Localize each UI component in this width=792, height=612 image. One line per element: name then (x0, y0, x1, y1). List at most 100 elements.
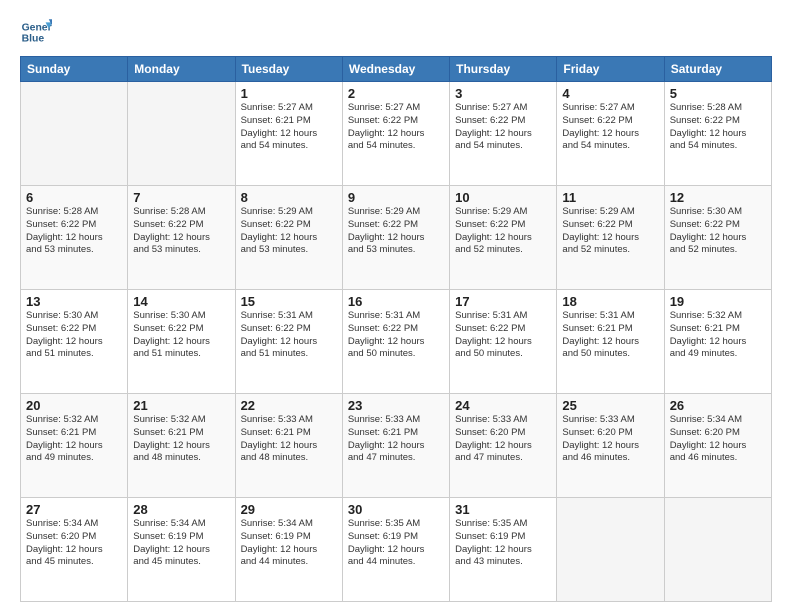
calendar-cell: 25Sunrise: 5:33 AM Sunset: 6:20 PM Dayli… (557, 394, 664, 498)
day-number: 18 (562, 294, 658, 309)
day-info: Sunrise: 5:29 AM Sunset: 6:22 PM Dayligh… (348, 206, 444, 257)
day-info: Sunrise: 5:28 AM Sunset: 6:22 PM Dayligh… (133, 206, 229, 257)
calendar-cell: 9Sunrise: 5:29 AM Sunset: 6:22 PM Daylig… (342, 186, 449, 290)
calendar-cell: 12Sunrise: 5:30 AM Sunset: 6:22 PM Dayli… (664, 186, 771, 290)
day-info: Sunrise: 5:29 AM Sunset: 6:22 PM Dayligh… (562, 206, 658, 257)
calendar-cell: 24Sunrise: 5:33 AM Sunset: 6:20 PM Dayli… (450, 394, 557, 498)
calendar-cell: 29Sunrise: 5:34 AM Sunset: 6:19 PM Dayli… (235, 498, 342, 602)
svg-text:Blue: Blue (22, 34, 45, 45)
calendar-week-row-4: 20Sunrise: 5:32 AM Sunset: 6:21 PM Dayli… (21, 394, 772, 498)
day-info: Sunrise: 5:30 AM Sunset: 6:22 PM Dayligh… (670, 206, 766, 257)
day-number: 12 (670, 190, 766, 205)
day-info: Sunrise: 5:32 AM Sunset: 6:21 PM Dayligh… (26, 414, 122, 465)
calendar-cell (128, 82, 235, 186)
day-info: Sunrise: 5:35 AM Sunset: 6:19 PM Dayligh… (348, 518, 444, 569)
calendar-cell: 13Sunrise: 5:30 AM Sunset: 6:22 PM Dayli… (21, 290, 128, 394)
day-number: 16 (348, 294, 444, 309)
calendar-week-row-2: 6Sunrise: 5:28 AM Sunset: 6:22 PM Daylig… (21, 186, 772, 290)
day-number: 10 (455, 190, 551, 205)
day-number: 15 (241, 294, 337, 309)
calendar-cell: 20Sunrise: 5:32 AM Sunset: 6:21 PM Dayli… (21, 394, 128, 498)
calendar-cell: 8Sunrise: 5:29 AM Sunset: 6:22 PM Daylig… (235, 186, 342, 290)
calendar-cell: 26Sunrise: 5:34 AM Sunset: 6:20 PM Dayli… (664, 394, 771, 498)
calendar-cell: 6Sunrise: 5:28 AM Sunset: 6:22 PM Daylig… (21, 186, 128, 290)
day-number: 30 (348, 502, 444, 517)
calendar-cell (21, 82, 128, 186)
weekday-header-saturday: Saturday (664, 57, 771, 82)
calendar-cell: 16Sunrise: 5:31 AM Sunset: 6:22 PM Dayli… (342, 290, 449, 394)
weekday-header-sunday: Sunday (21, 57, 128, 82)
day-number: 24 (455, 398, 551, 413)
weekday-header-tuesday: Tuesday (235, 57, 342, 82)
day-info: Sunrise: 5:28 AM Sunset: 6:22 PM Dayligh… (670, 102, 766, 153)
day-info: Sunrise: 5:30 AM Sunset: 6:22 PM Dayligh… (133, 310, 229, 361)
day-info: Sunrise: 5:33 AM Sunset: 6:21 PM Dayligh… (348, 414, 444, 465)
day-number: 11 (562, 190, 658, 205)
calendar-cell: 11Sunrise: 5:29 AM Sunset: 6:22 PM Dayli… (557, 186, 664, 290)
day-number: 20 (26, 398, 122, 413)
day-number: 7 (133, 190, 229, 205)
day-info: Sunrise: 5:35 AM Sunset: 6:19 PM Dayligh… (455, 518, 551, 569)
day-number: 28 (133, 502, 229, 517)
calendar-cell (557, 498, 664, 602)
day-number: 21 (133, 398, 229, 413)
day-info: Sunrise: 5:34 AM Sunset: 6:20 PM Dayligh… (26, 518, 122, 569)
day-info: Sunrise: 5:31 AM Sunset: 6:22 PM Dayligh… (241, 310, 337, 361)
day-info: Sunrise: 5:34 AM Sunset: 6:20 PM Dayligh… (670, 414, 766, 465)
day-info: Sunrise: 5:29 AM Sunset: 6:22 PM Dayligh… (455, 206, 551, 257)
calendar-cell: 18Sunrise: 5:31 AM Sunset: 6:21 PM Dayli… (557, 290, 664, 394)
calendar-week-row-5: 27Sunrise: 5:34 AM Sunset: 6:20 PM Dayli… (21, 498, 772, 602)
day-info: Sunrise: 5:27 AM Sunset: 6:22 PM Dayligh… (455, 102, 551, 153)
day-info: Sunrise: 5:33 AM Sunset: 6:20 PM Dayligh… (455, 414, 551, 465)
day-number: 8 (241, 190, 337, 205)
calendar-cell: 23Sunrise: 5:33 AM Sunset: 6:21 PM Dayli… (342, 394, 449, 498)
calendar-cell: 10Sunrise: 5:29 AM Sunset: 6:22 PM Dayli… (450, 186, 557, 290)
day-number: 5 (670, 86, 766, 101)
weekday-header-wednesday: Wednesday (342, 57, 449, 82)
calendar-cell: 31Sunrise: 5:35 AM Sunset: 6:19 PM Dayli… (450, 498, 557, 602)
calendar-cell: 28Sunrise: 5:34 AM Sunset: 6:19 PM Dayli… (128, 498, 235, 602)
day-info: Sunrise: 5:34 AM Sunset: 6:19 PM Dayligh… (241, 518, 337, 569)
weekday-header-friday: Friday (557, 57, 664, 82)
day-number: 13 (26, 294, 122, 309)
day-number: 14 (133, 294, 229, 309)
day-number: 27 (26, 502, 122, 517)
day-number: 25 (562, 398, 658, 413)
day-number: 3 (455, 86, 551, 101)
calendar-cell: 17Sunrise: 5:31 AM Sunset: 6:22 PM Dayli… (450, 290, 557, 394)
day-info: Sunrise: 5:31 AM Sunset: 6:22 PM Dayligh… (348, 310, 444, 361)
day-number: 4 (562, 86, 658, 101)
day-number: 26 (670, 398, 766, 413)
calendar-cell: 15Sunrise: 5:31 AM Sunset: 6:22 PM Dayli… (235, 290, 342, 394)
logo: General Blue (20, 16, 56, 48)
day-number: 22 (241, 398, 337, 413)
day-info: Sunrise: 5:27 AM Sunset: 6:22 PM Dayligh… (348, 102, 444, 153)
calendar-cell: 5Sunrise: 5:28 AM Sunset: 6:22 PM Daylig… (664, 82, 771, 186)
day-info: Sunrise: 5:30 AM Sunset: 6:22 PM Dayligh… (26, 310, 122, 361)
day-number: 29 (241, 502, 337, 517)
calendar-week-row-1: 1Sunrise: 5:27 AM Sunset: 6:21 PM Daylig… (21, 82, 772, 186)
calendar-cell: 4Sunrise: 5:27 AM Sunset: 6:22 PM Daylig… (557, 82, 664, 186)
day-info: Sunrise: 5:27 AM Sunset: 6:21 PM Dayligh… (241, 102, 337, 153)
day-info: Sunrise: 5:27 AM Sunset: 6:22 PM Dayligh… (562, 102, 658, 153)
day-info: Sunrise: 5:29 AM Sunset: 6:22 PM Dayligh… (241, 206, 337, 257)
calendar-cell: 2Sunrise: 5:27 AM Sunset: 6:22 PM Daylig… (342, 82, 449, 186)
calendar-cell: 14Sunrise: 5:30 AM Sunset: 6:22 PM Dayli… (128, 290, 235, 394)
day-number: 6 (26, 190, 122, 205)
calendar-cell: 21Sunrise: 5:32 AM Sunset: 6:21 PM Dayli… (128, 394, 235, 498)
calendar-cell: 3Sunrise: 5:27 AM Sunset: 6:22 PM Daylig… (450, 82, 557, 186)
calendar-cell (664, 498, 771, 602)
calendar-table: SundayMondayTuesdayWednesdayThursdayFrid… (20, 56, 772, 602)
day-number: 17 (455, 294, 551, 309)
calendar-cell: 7Sunrise: 5:28 AM Sunset: 6:22 PM Daylig… (128, 186, 235, 290)
day-info: Sunrise: 5:31 AM Sunset: 6:22 PM Dayligh… (455, 310, 551, 361)
day-info: Sunrise: 5:32 AM Sunset: 6:21 PM Dayligh… (670, 310, 766, 361)
weekday-header-thursday: Thursday (450, 57, 557, 82)
day-number: 23 (348, 398, 444, 413)
day-info: Sunrise: 5:28 AM Sunset: 6:22 PM Dayligh… (26, 206, 122, 257)
page: General Blue SundayMondayTuesdayWednesda… (0, 0, 792, 612)
day-info: Sunrise: 5:32 AM Sunset: 6:21 PM Dayligh… (133, 414, 229, 465)
day-info: Sunrise: 5:31 AM Sunset: 6:21 PM Dayligh… (562, 310, 658, 361)
day-number: 31 (455, 502, 551, 517)
day-info: Sunrise: 5:33 AM Sunset: 6:21 PM Dayligh… (241, 414, 337, 465)
